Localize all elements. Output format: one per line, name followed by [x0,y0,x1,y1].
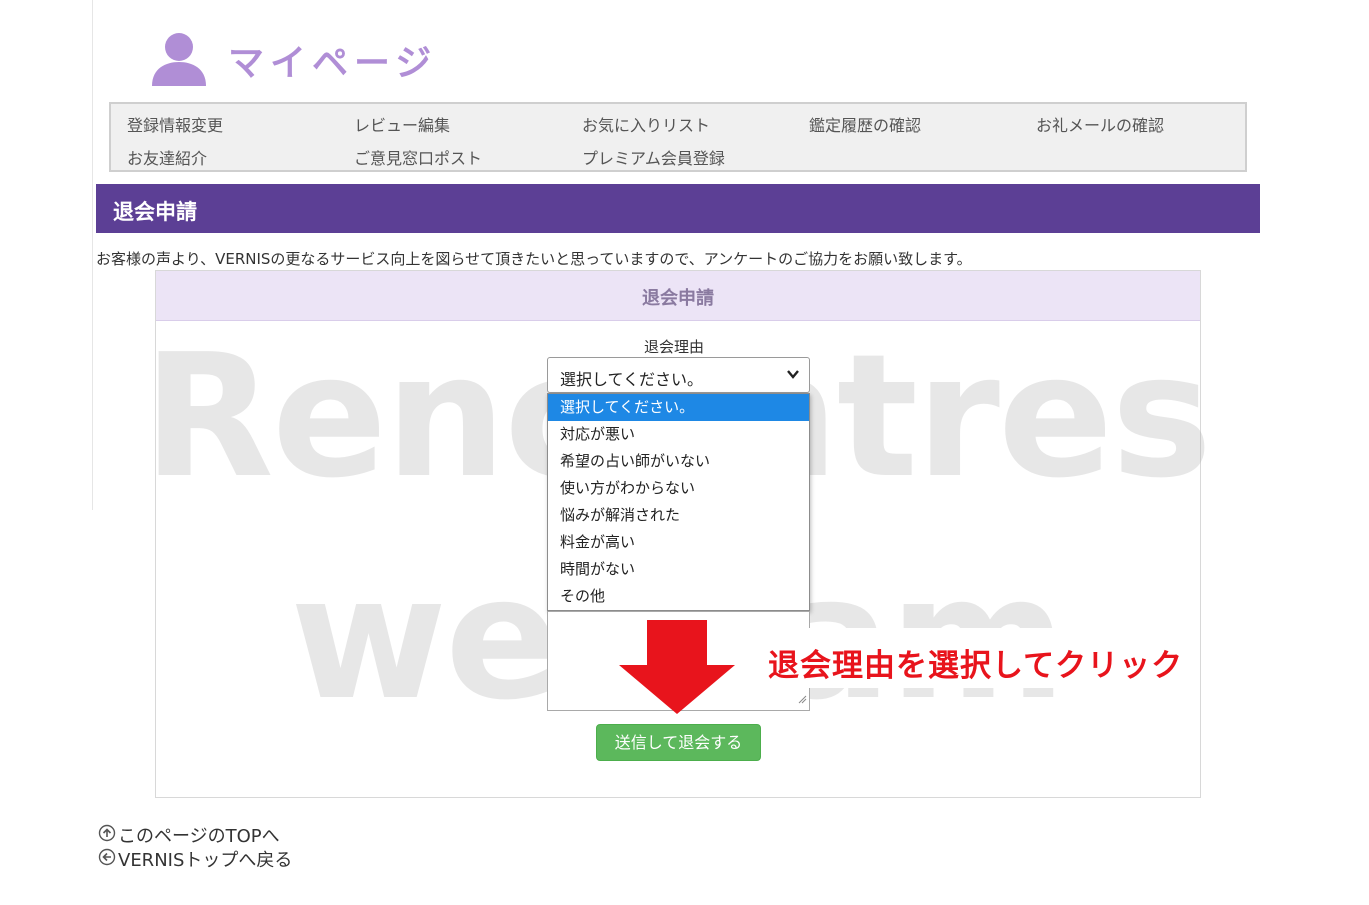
arrow-down-icon [617,620,737,719]
section-header: 退会申請 [96,184,1260,233]
arrow-up-circle-icon [98,824,116,847]
mypage-nav: 登録情報変更 レビュー編集 お気に入りリスト 鑑定履歴の確認 お礼メールの確認 … [109,102,1247,172]
reason-option[interactable]: 時間がない [548,556,809,583]
reason-option[interactable]: その他 [548,583,809,610]
nav-reading-history[interactable]: 鑑定履歴の確認 [809,112,921,136]
reason-dropdown: 選択してください。 対応が悪い 希望の占い師がいない 使い方がわからない 悩みが… [547,393,810,611]
user-icon [148,30,210,90]
nav-review-edit[interactable]: レビュー編集 [354,112,450,136]
nav-friend-referral[interactable]: お友達紹介 [127,145,207,169]
panel-header: 退会申請 [156,271,1200,321]
page-title: マイページ [228,43,438,84]
panel-title: 退会申請 [642,288,714,309]
mypage-header: マイページ [148,30,437,90]
submit-withdraw-button[interactable]: 送信して退会する [596,724,761,761]
vernis-top-label: VERNISトップへ戻る [118,850,293,871]
vernis-top-link[interactable]: VERNISトップへ戻る [98,846,292,872]
reason-label: 退会理由 [644,338,705,356]
page-top-link[interactable]: このページのTOPへ [98,822,280,848]
intro-text: お客様の声より、VERNISの更なるサービス向上を図らせて頂きたいと思っています… [96,250,972,268]
nav-feedback-post[interactable]: ご意見窓口ポスト [354,145,482,169]
section-title: 退会申請 [113,200,197,224]
nav-profile-edit[interactable]: 登録情報変更 [127,112,223,136]
reason-option[interactable]: 対応が悪い [548,421,809,448]
reason-option[interactable]: 使い方がわからない [548,475,809,502]
chevron-down-icon [785,366,801,386]
nav-favorites[interactable]: お気に入りリスト [582,112,710,136]
reason-select-value: 選択してください。 [560,370,704,389]
content-divider [92,0,93,510]
reason-select[interactable]: 選択してください。 [547,357,810,393]
annotation-text: 退会理由を選択してクリック [768,648,1184,684]
arrow-left-circle-icon [98,848,116,871]
reason-option[interactable]: 希望の占い師がいない [548,448,809,475]
reason-option[interactable]: 選択してください。 [548,394,809,421]
resize-handle-icon[interactable] [797,689,807,708]
page-top-label: このページのTOPへ [118,826,280,847]
reason-option[interactable]: 悩みが解消された [548,502,809,529]
nav-premium-register[interactable]: プレミアム会員登録 [582,145,725,169]
nav-thanks-mail[interactable]: お礼メールの確認 [1036,112,1164,136]
reason-option[interactable]: 料金が高い [548,529,809,556]
